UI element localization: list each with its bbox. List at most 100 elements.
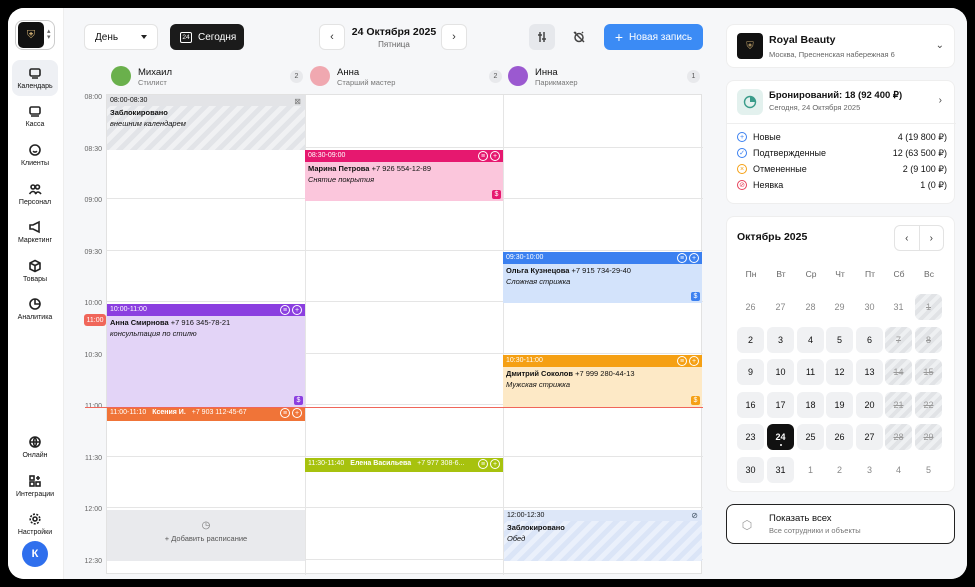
calendar-day[interactable]: 27 [856, 424, 883, 450]
staff-header-inna[interactable]: Инна Парикмахер 1 [508, 66, 706, 90]
calendar-day[interactable]: 28 [885, 424, 912, 450]
appointment-card[interactable]: 11:30-11:40 Елена Васильева +7 977 308-6… [305, 458, 503, 472]
add-circle-icon[interactable]: + [689, 356, 699, 366]
blocked-slot[interactable]: 08:00-08:30 Заблокировано внешним календ… [107, 95, 305, 150]
today-button[interactable]: 24 Сегодня [170, 24, 244, 50]
calendar-day[interactable]: 17 [767, 391, 794, 418]
calendar-day[interactable]: 25 [797, 424, 824, 450]
prev-month-button[interactable]: ‹ [895, 226, 920, 250]
calendar-day[interactable]: 21 [885, 391, 912, 418]
calendar-day[interactable]: 18 [797, 391, 824, 418]
nav-item-1[interactable]: Касса [12, 98, 58, 134]
calendar-day[interactable]: 11 [797, 359, 824, 385]
calendar-day[interactable]: 26 [737, 294, 764, 320]
appointment-card[interactable]: 08:30-09:00 ≡ + Марина Петрова +7 926 554-1… [305, 150, 503, 201]
calendar-day[interactable]: 23 [737, 424, 764, 450]
view-select[interactable]: День [84, 24, 158, 50]
calendar-day[interactable]: 2 [826, 457, 853, 483]
calendar-day[interactable]: 20 [856, 391, 883, 418]
calendar-day[interactable]: 19 [826, 391, 853, 418]
appointment-time: 11:30-11:40 [308, 460, 345, 467]
nav-item-6[interactable]: Аналитика [12, 291, 58, 327]
calendar-day[interactable]: 27 [767, 294, 794, 320]
salon-card[interactable]: ⛨ Royal Beauty Москва, Пресненская набер… [726, 24, 955, 68]
calendar-day[interactable]: 29 [915, 424, 942, 450]
calendar-day[interactable]: 7 [885, 326, 912, 353]
calendar-day[interactable]: 5 [826, 326, 853, 353]
appointment-card[interactable]: 11:00-11:10 Ксения И. +7 903 112-45-67 ≡ + [107, 407, 305, 421]
calendar-day[interactable]: 31 [885, 294, 912, 320]
calendar-day[interactable]: 8 [915, 326, 942, 353]
blocked-slot[interactable]: 12:00-12:30 Заблокировано Обед ⊘ [504, 510, 702, 561]
add-schedule-link[interactable]: + Добавить расписание [107, 534, 305, 543]
add-circle-icon[interactable]: + [490, 151, 500, 161]
calendar-day[interactable]: 1 [797, 457, 824, 483]
calendar-day[interactable]: 12 [826, 359, 853, 385]
off-hours-block[interactable]: ◷ + Добавить расписание [107, 510, 305, 561]
chat-icon[interactable]: ≡ [280, 305, 290, 315]
calendar-day[interactable]: 28 [797, 294, 824, 320]
calendar-day[interactable]: 22 [915, 391, 942, 418]
calendar-day[interactable]: 5 [915, 457, 942, 483]
nav-item-9[interactable]: Настройки [12, 506, 58, 542]
calendar-day[interactable]: 3 [767, 326, 794, 353]
add-circle-icon[interactable]: + [292, 408, 302, 418]
appointment-card[interactable]: 10:00-11:00 ≡ + Анна Смирнова +7 916 345-78… [107, 304, 305, 407]
chat-icon[interactable]: ≡ [677, 253, 687, 263]
filter-button[interactable] [529, 24, 555, 50]
new-record-button[interactable]: + Новая запись [604, 24, 703, 50]
bookings-title[interactable]: Бронирований: 18 (92 400 ₽) [769, 90, 902, 101]
nav-item-5[interactable]: Товары [12, 253, 58, 289]
stat-value: 2 (9 100 ₽) [902, 164, 947, 174]
staff-header-mikhail[interactable]: Михаил Стилист 2 [111, 66, 309, 90]
chevron-right-icon[interactable]: › [939, 95, 942, 106]
calendar-day[interactable]: 31 [767, 456, 794, 483]
calendar-day[interactable]: 4 [885, 457, 912, 483]
calendar-day[interactable]: 10 [767, 359, 794, 385]
calendar-day[interactable]: 15 [915, 359, 942, 385]
calendar-day[interactable]: 26 [826, 424, 853, 450]
calendar-day[interactable]: 3 [856, 457, 883, 483]
calendar-day[interactable]: 4 [797, 326, 824, 353]
show-all-button[interactable]: ⬡ Показать всех Все сотрудники и объекты [726, 504, 955, 544]
nav-item-3[interactable]: Персонал [12, 176, 58, 212]
calendar-day[interactable]: 6 [856, 326, 883, 353]
calendar-day[interactable]: 30 [856, 294, 883, 320]
calendar-day[interactable]: 2 [737, 326, 764, 353]
calendar-day[interactable]: 13 [856, 359, 883, 385]
calendar-day[interactable]: 1 [915, 294, 942, 320]
close-icon[interactable]: ⊠ [294, 97, 301, 106]
calendar-day[interactable]: 9 [737, 359, 764, 385]
nav-item-8[interactable]: Интеграции [12, 468, 58, 504]
add-circle-icon[interactable]: + [689, 253, 699, 263]
appointment-card[interactable]: 09:30-10:00 ≡ + Ольга Кузнецова +7 915 734-… [503, 252, 702, 303]
salon-switcher[interactable]: ⛨ ▴ ▾ [15, 20, 55, 50]
staff-name: Анна [337, 67, 360, 78]
divider [727, 123, 956, 124]
stat-value: 1 (0 ₽) [920, 180, 947, 190]
staff-header-anna[interactable]: Анна Старший мастер 2 [310, 66, 508, 90]
chat-icon[interactable]: ≡ [677, 356, 687, 366]
next-day-button[interactable]: › [441, 24, 467, 50]
service-name: Снятие покрытия [308, 175, 375, 184]
calendar-day[interactable]: 14 [885, 359, 912, 385]
time-label: 08:00 [84, 94, 102, 101]
calendar-day[interactable]: 16 [737, 391, 764, 418]
user-avatar[interactable]: К [22, 541, 48, 567]
nav-item-7[interactable]: Онлайн [12, 429, 58, 465]
chat-icon[interactable]: ≡ [478, 459, 488, 469]
nav-item-0[interactable]: Календарь [12, 60, 58, 96]
calendar-day[interactable]: 30 [737, 456, 764, 483]
calendar-day[interactable]: 24 [767, 424, 794, 450]
nav-item-4[interactable]: Маркетинг [12, 214, 58, 250]
alarm-off-button[interactable] [566, 24, 592, 50]
schedule-grid[interactable]: 08:00-08:30 Заблокировано внешним календ… [85, 94, 703, 575]
calendar-day[interactable]: 29 [826, 294, 853, 320]
add-circle-icon[interactable]: + [490, 459, 500, 469]
next-month-button[interactable]: › [920, 226, 944, 250]
appointment-card[interactable]: 10:30-11:00 ≡ + Дмитрий Соколов +7 999 280-… [503, 355, 702, 407]
chat-icon[interactable]: ≡ [478, 151, 488, 161]
chat-icon[interactable]: ≡ [280, 408, 290, 418]
add-circle-icon[interactable]: + [292, 305, 302, 315]
nav-item-2[interactable]: Клиенты [12, 137, 58, 173]
